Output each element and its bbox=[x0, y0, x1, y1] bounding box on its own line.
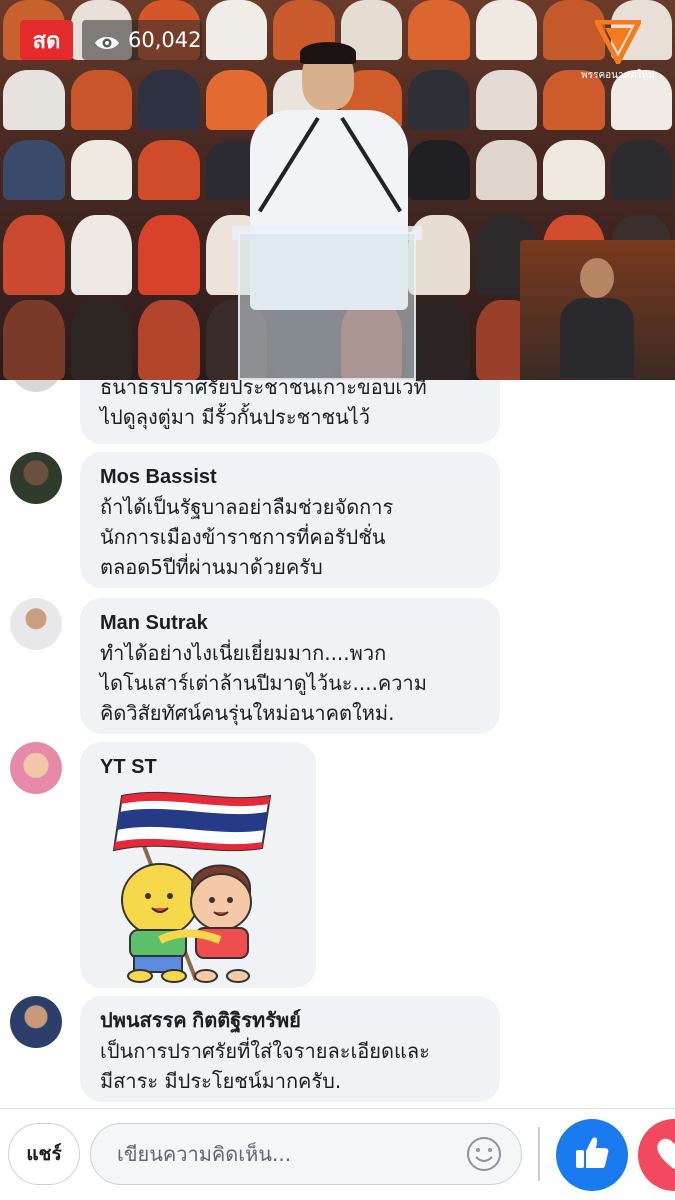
comment-author[interactable]: Man Sutrak bbox=[100, 608, 480, 638]
divider bbox=[538, 1127, 540, 1181]
comment-list[interactable]: ธนาธรปราศรัยประชาชนเกาะขอบเวที ไปดูลุงตู… bbox=[0, 380, 675, 1108]
avatar[interactable] bbox=[10, 598, 62, 650]
viewer-count-badge: 60,042 bbox=[82, 20, 202, 60]
comment-bubble[interactable]: Man Sutrak ทำได้อย่างไงเนี่ยเยี่ยมมาก...… bbox=[80, 598, 500, 734]
comment-author[interactable]: Mos Bassist bbox=[100, 462, 480, 492]
live-video-player[interactable]: สด 60,042 พรรคอนาคตใหม่ bbox=[0, 0, 675, 380]
bottom-action-bar: แชร์ เขียนความคิดเห็น... bbox=[0, 1108, 675, 1200]
comment-text: เป็นการปราศรัยที่ใส่ใจรายละเอียดและ มีสา… bbox=[100, 1039, 430, 1093]
eye-icon bbox=[94, 32, 120, 49]
share-label: แชร์ bbox=[26, 1143, 62, 1165]
comment-bubble[interactable]: YT ST bbox=[80, 742, 316, 988]
avatar[interactable] bbox=[10, 452, 62, 504]
heart-icon bbox=[654, 1135, 675, 1175]
live-badge-label: สด bbox=[32, 28, 61, 54]
comment-author[interactable]: YT ST bbox=[100, 752, 296, 782]
comment-text: ถ้าได้เป็นรัฐบาลอย่าลืมช่วยจัดการ นักการ… bbox=[100, 495, 394, 579]
avatar[interactable] bbox=[10, 996, 62, 1048]
emoji-icon[interactable] bbox=[465, 1135, 503, 1173]
love-button[interactable] bbox=[638, 1119, 675, 1191]
avatar[interactable] bbox=[10, 742, 62, 794]
brand-name: พรรคอนาคตใหม่ bbox=[581, 70, 655, 81]
comment-input[interactable]: เขียนความคิดเห็น... bbox=[90, 1123, 522, 1185]
brand-logo: พรรคอนาคตใหม่ bbox=[568, 20, 668, 90]
comment-text: ธนาธรปราศรัยประชาชนเกาะขอบเวที ไปดูลุงตู… bbox=[100, 380, 427, 429]
live-video-page: สด 60,042 พรรคอนาคตใหม่ ธนาธรปราศรัยประช… bbox=[0, 0, 675, 1200]
like-button[interactable] bbox=[556, 1119, 628, 1191]
brand-logo-icon bbox=[568, 20, 668, 64]
comment-bubble[interactable]: ธนาธรปราศรัยประชาชนเกาะขอบเวที ไปดูลุงตู… bbox=[80, 380, 500, 444]
share-button[interactable]: แชร์ bbox=[8, 1123, 80, 1185]
podium bbox=[238, 232, 416, 380]
comment-bubble[interactable]: Mos Bassist ถ้าได้เป็นรัฐบาลอย่าลืมช่วยจ… bbox=[80, 452, 500, 588]
avatar[interactable] bbox=[10, 380, 62, 392]
live-badge: สด bbox=[20, 20, 73, 60]
thumbs-up-icon bbox=[572, 1133, 612, 1177]
comment-author[interactable]: ปพนสรรค กิตติฐิรทรัพย์ bbox=[100, 1006, 480, 1036]
comment-text: ทำได้อย่างไงเนี่ยเยี่ยมมาก....พวก ไดโนเส… bbox=[100, 641, 427, 725]
viewer-count: 60,042 bbox=[128, 28, 202, 52]
sign-language-interpreter-inset bbox=[520, 240, 675, 380]
thai-flag-kids-sticker[interactable] bbox=[100, 790, 280, 990]
comment-bubble[interactable]: ปพนสรรค กิตติฐิรทรัพย์ เป็นการปราศรัยที่… bbox=[80, 996, 500, 1102]
comment-placeholder: เขียนความคิดเห็น... bbox=[117, 1142, 292, 1166]
